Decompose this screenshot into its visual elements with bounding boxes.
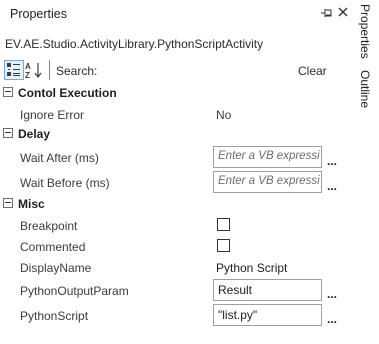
ignore-error-value[interactable]: No: [216, 108, 231, 122]
title-bar: Properties: [0, 0, 352, 28]
wait-before-input[interactable]: Enter a VB expressi: [213, 171, 322, 193]
category-label: Misc: [18, 197, 45, 211]
breakpoint-checkbox[interactable]: [217, 218, 230, 231]
categorized-view-icon[interactable]: [4, 60, 24, 80]
category-misc[interactable]: Misc: [0, 194, 352, 214]
category-label: Delay: [18, 127, 51, 141]
python-script-ellipsis-button[interactable]: ...: [327, 313, 341, 327]
search-label[interactable]: Search:: [56, 64, 97, 78]
category-delay[interactable]: Delay: [0, 124, 352, 144]
selected-object-type: EV.AE.Studio.ActivityLibrary.PythonScrip…: [5, 37, 264, 51]
property-row-commented[interactable]: Commented: [0, 235, 352, 257]
property-name: PythonScript: [20, 309, 89, 323]
svg-text:A: A: [25, 62, 31, 71]
panel-title: Properties: [10, 7, 67, 21]
tab-outline[interactable]: Outline: [358, 70, 372, 108]
side-tab-strip: Properties Outline: [354, 0, 379, 344]
properties-toolbar: A Z Search: Clear: [0, 58, 352, 82]
property-row-wait-after[interactable]: Wait After (ms) Enter a VB expressi ...: [0, 145, 352, 169]
display-name-value[interactable]: Python Script: [216, 261, 287, 275]
close-icon[interactable]: [337, 6, 349, 18]
collapse-icon[interactable]: [3, 198, 13, 208]
property-name: Wait Before (ms): [20, 176, 110, 190]
python-output-param-input[interactable]: Result: [213, 279, 322, 301]
category-control-execution[interactable]: Contol Execution: [0, 83, 352, 103]
python-output-param-ellipsis-button[interactable]: ...: [327, 288, 341, 302]
svg-text:Z: Z: [25, 71, 30, 80]
property-name: PythonOutputParam: [20, 284, 129, 298]
category-label: Contol Execution: [18, 86, 117, 100]
collapse-icon[interactable]: [3, 128, 13, 138]
collapse-icon[interactable]: [3, 87, 13, 97]
tab-properties[interactable]: Properties: [358, 4, 372, 59]
toolbar-separator: [49, 60, 50, 80]
pin-icon[interactable]: [321, 7, 333, 19]
property-name: Wait After (ms): [20, 151, 99, 165]
property-name: Commented: [20, 240, 86, 254]
commented-checkbox[interactable]: [217, 239, 230, 252]
python-script-input[interactable]: "list.py": [213, 304, 322, 326]
sort-alphabetical-icon[interactable]: A Z: [24, 60, 44, 80]
clear-button[interactable]: Clear: [298, 64, 327, 78]
property-name: Breakpoint: [20, 219, 78, 233]
property-row-python-script[interactable]: PythonScript "list.py" ...: [0, 303, 352, 327]
property-row-wait-before[interactable]: Wait Before (ms) Enter a VB expressi ...: [0, 170, 352, 194]
property-row-display-name[interactable]: DisplayName Python Script: [0, 256, 352, 278]
property-row-ignore-error[interactable]: Ignore Error No: [0, 103, 352, 125]
properties-panel: Properties EV.AE.Studio.ActivityLibrary.…: [0, 0, 352, 344]
property-row-python-output-param[interactable]: PythonOutputParam Result ...: [0, 278, 352, 302]
property-name: Ignore Error: [20, 108, 85, 122]
wait-after-ellipsis-button[interactable]: ...: [327, 155, 341, 169]
property-name: DisplayName: [20, 261, 92, 275]
property-row-breakpoint[interactable]: Breakpoint: [0, 214, 352, 236]
wait-after-input[interactable]: Enter a VB expressi: [213, 146, 322, 168]
wait-before-ellipsis-button[interactable]: ...: [327, 180, 341, 194]
